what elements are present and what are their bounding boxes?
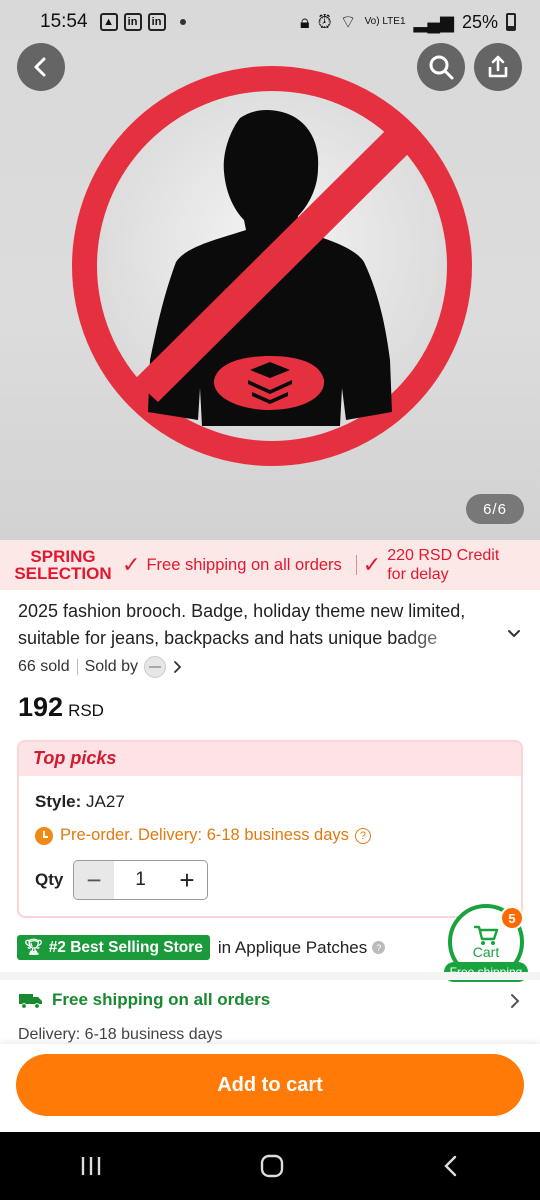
shopping-cart-icon	[473, 925, 499, 945]
add-to-cart-button[interactable]: Add to cart	[16, 1054, 524, 1116]
price: 192 RSD	[18, 692, 104, 723]
search-button[interactable]	[417, 43, 465, 91]
chevron-right-icon	[174, 661, 182, 673]
credit-line-2: for delay	[387, 566, 449, 583]
divider	[76, 659, 78, 675]
spring-selection-badge: SPRING SELECTION	[14, 548, 112, 582]
image-counter: 6/6	[466, 494, 524, 524]
help-icon[interactable]: ?	[372, 941, 386, 954]
back-button[interactable]	[17, 43, 65, 91]
check-icon: ✓	[362, 552, 382, 577]
wifi-icon: ⌔	[339, 11, 357, 32]
cart-label: Cart	[472, 944, 500, 960]
home-icon[interactable]	[259, 1153, 285, 1179]
top-picks-header: Top picks	[19, 742, 521, 776]
shipping-title: Free shipping on all orders	[52, 990, 271, 1009]
store-category: in Applique Patches	[217, 937, 368, 957]
style-selector[interactable]: Style: JA27	[35, 792, 125, 812]
bottom-action-bar: Add to cart	[0, 1044, 540, 1132]
badge-line-1: SPRING	[30, 547, 96, 566]
delivery-info: Delivery: 6-18 business days	[18, 1026, 223, 1043]
qty-value[interactable]: 1	[114, 869, 167, 891]
back-icon[interactable]	[440, 1154, 462, 1178]
qty-label: Qty	[35, 870, 64, 889]
seller-avatar	[143, 656, 166, 678]
recent-apps-icon[interactable]	[78, 1155, 104, 1177]
promo-banner[interactable]: SPRING SELECTION ✓ Free shipping on all …	[0, 540, 540, 590]
price-currency: RSD	[68, 701, 104, 720]
status-time: 15:54	[40, 11, 88, 32]
linkedin-notification-icon: in	[147, 13, 166, 31]
expand-title-button[interactable]	[506, 626, 522, 647]
sold-by-label: Sold by	[84, 658, 138, 675]
signal-icon: ▂▄▆	[413, 11, 454, 32]
search-icon	[429, 55, 454, 80]
system-nav-bar	[0, 1132, 540, 1200]
increase-qty-button[interactable]: +	[167, 861, 207, 899]
promo-divider	[355, 555, 357, 575]
best-store-row[interactable]: 🏆︎ #2 Best Selling Store in Applique Pat…	[17, 935, 386, 960]
best-store-badge: 🏆︎ #2 Best Selling Store	[17, 935, 210, 960]
decrease-qty-button[interactable]: −	[74, 861, 114, 899]
clock-icon	[35, 826, 53, 845]
style-value: JA27	[86, 792, 125, 811]
shipping-row[interactable]: Free shipping on all orders	[18, 990, 270, 1010]
gallery-notification-icon: ▲	[99, 13, 118, 31]
credit-line-1: 220 RSD Credit	[387, 547, 500, 564]
cart-count-badge: 5	[500, 906, 524, 930]
promo-credit: 220 RSD Credit for delay	[387, 546, 499, 584]
promo-free-shipping: Free shipping on all orders	[146, 555, 342, 574]
chevron-left-icon	[34, 57, 46, 77]
help-icon[interactable]: ?	[354, 827, 371, 844]
chevron-right-icon	[511, 994, 520, 1008]
chevron-down-icon	[508, 630, 520, 637]
more-notifications-icon	[179, 19, 186, 25]
network-label: Vo) LTE1	[364, 16, 406, 27]
best-store-text: #2 Best Selling Store	[48, 938, 203, 956]
linkedin-notification-icon: in	[123, 13, 142, 31]
preorder-text: Pre-order. Delivery: 6-18 business days	[60, 826, 349, 844]
lock-icon: 🔒︎	[300, 11, 310, 32]
section-divider	[0, 972, 540, 980]
share-icon	[488, 55, 508, 78]
badge-line-2: SELECTION	[14, 564, 112, 583]
battery-percent: 25%	[461, 11, 498, 32]
style-label: Style:	[35, 792, 82, 811]
check-icon: ✓	[122, 552, 141, 577]
sold-count: 66 sold	[18, 658, 70, 675]
preorder-info: Pre-order. Delivery: 6-18 business days …	[35, 826, 371, 845]
sales-info: 66 sold Sold by	[18, 656, 184, 678]
alarm-icon: ⏰︎	[317, 11, 332, 32]
share-button[interactable]	[474, 43, 522, 91]
cart-button[interactable]: Cart 5 Free shipping	[444, 904, 530, 982]
sold-by-link[interactable]: Sold by	[85, 656, 184, 678]
product-image[interactable]: 15:54 ▲ in in 🔒︎ ⏰︎ ⌔ Vo) LTE1 ▂▄▆ 25% 6…	[0, 0, 540, 540]
status-bar: 15:54 ▲ in in 🔒︎ ⏰︎ ⌔ Vo) LTE1 ▂▄▆ 25%	[0, 0, 540, 44]
trophy-icon: 🏆︎	[24, 939, 44, 956]
shipping-details-button[interactable]	[508, 992, 522, 1015]
price-value: 192	[18, 692, 64, 722]
top-picks-card: Top picks Style: JA27 Pre-order. Deliver…	[17, 740, 523, 918]
truck-icon	[19, 994, 42, 1009]
quantity-stepper: − 1 +	[73, 860, 208, 900]
title-fade	[400, 627, 490, 653]
battery-icon	[506, 13, 516, 31]
